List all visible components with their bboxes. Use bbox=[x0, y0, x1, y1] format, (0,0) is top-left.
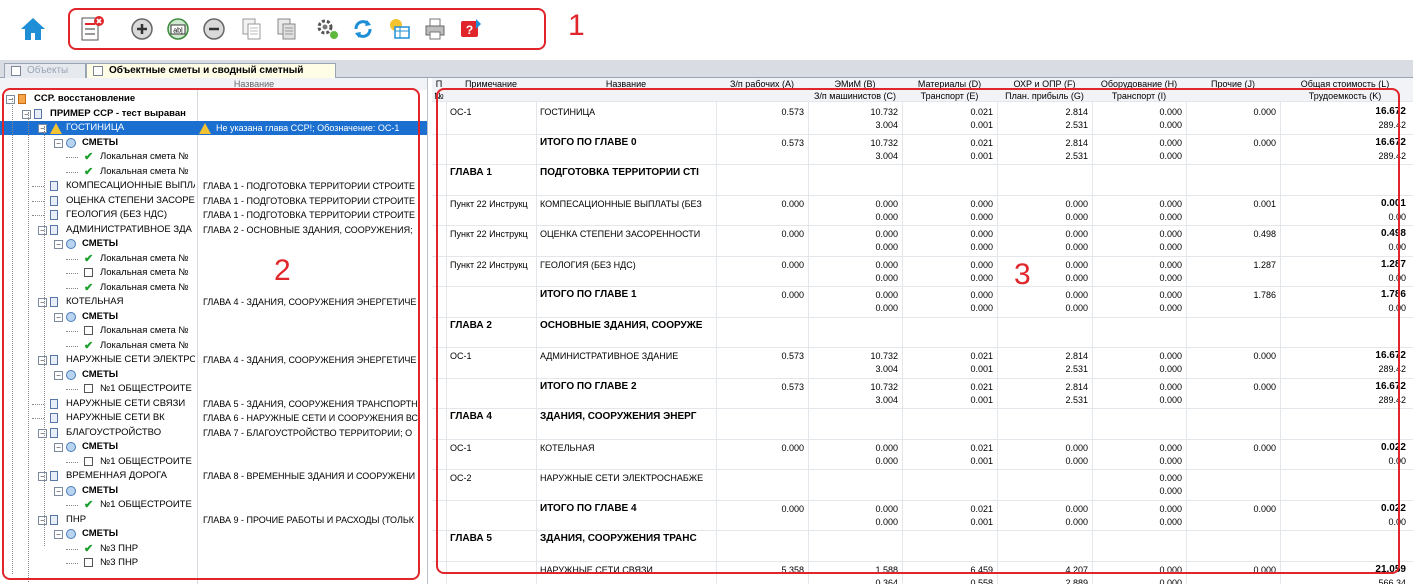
home-button[interactable] bbox=[18, 14, 48, 44]
home-icon bbox=[19, 15, 47, 43]
grid-callout-box bbox=[436, 88, 1400, 574]
tab-estimates[interactable]: Объектные сметы и сводный сметный расчет bbox=[86, 63, 336, 87]
toolbar-callout-label: 1 bbox=[568, 9, 585, 42]
grid-cell bbox=[1186, 577, 1276, 584]
tab-objects-label: Объекты bbox=[27, 65, 69, 76]
tab-objects[interactable]: Объекты bbox=[4, 63, 86, 78]
tab-estimates-checkbox bbox=[93, 66, 103, 76]
tree-callout-label: 2 bbox=[274, 254, 291, 287]
grid-cell: 0.000 bbox=[1159, 577, 1182, 584]
grid-cell: 566.34 bbox=[1378, 577, 1406, 584]
grid-cell: 0.364 bbox=[875, 577, 898, 584]
tab-bar: Объекты Объектные сметы и сводный сметны… bbox=[0, 60, 1413, 87]
grid-cell: 2.889 bbox=[1065, 577, 1088, 584]
grid-cell: 0.558 bbox=[970, 577, 993, 584]
tab-objects-checkbox bbox=[11, 66, 21, 76]
grid-callout-label: 3 bbox=[1014, 258, 1031, 291]
grid-cell bbox=[716, 577, 804, 584]
tree-callout-box bbox=[2, 88, 420, 580]
toolbar-callout-box bbox=[68, 8, 546, 50]
toolbar: ab|? 1 bbox=[0, 0, 1413, 58]
